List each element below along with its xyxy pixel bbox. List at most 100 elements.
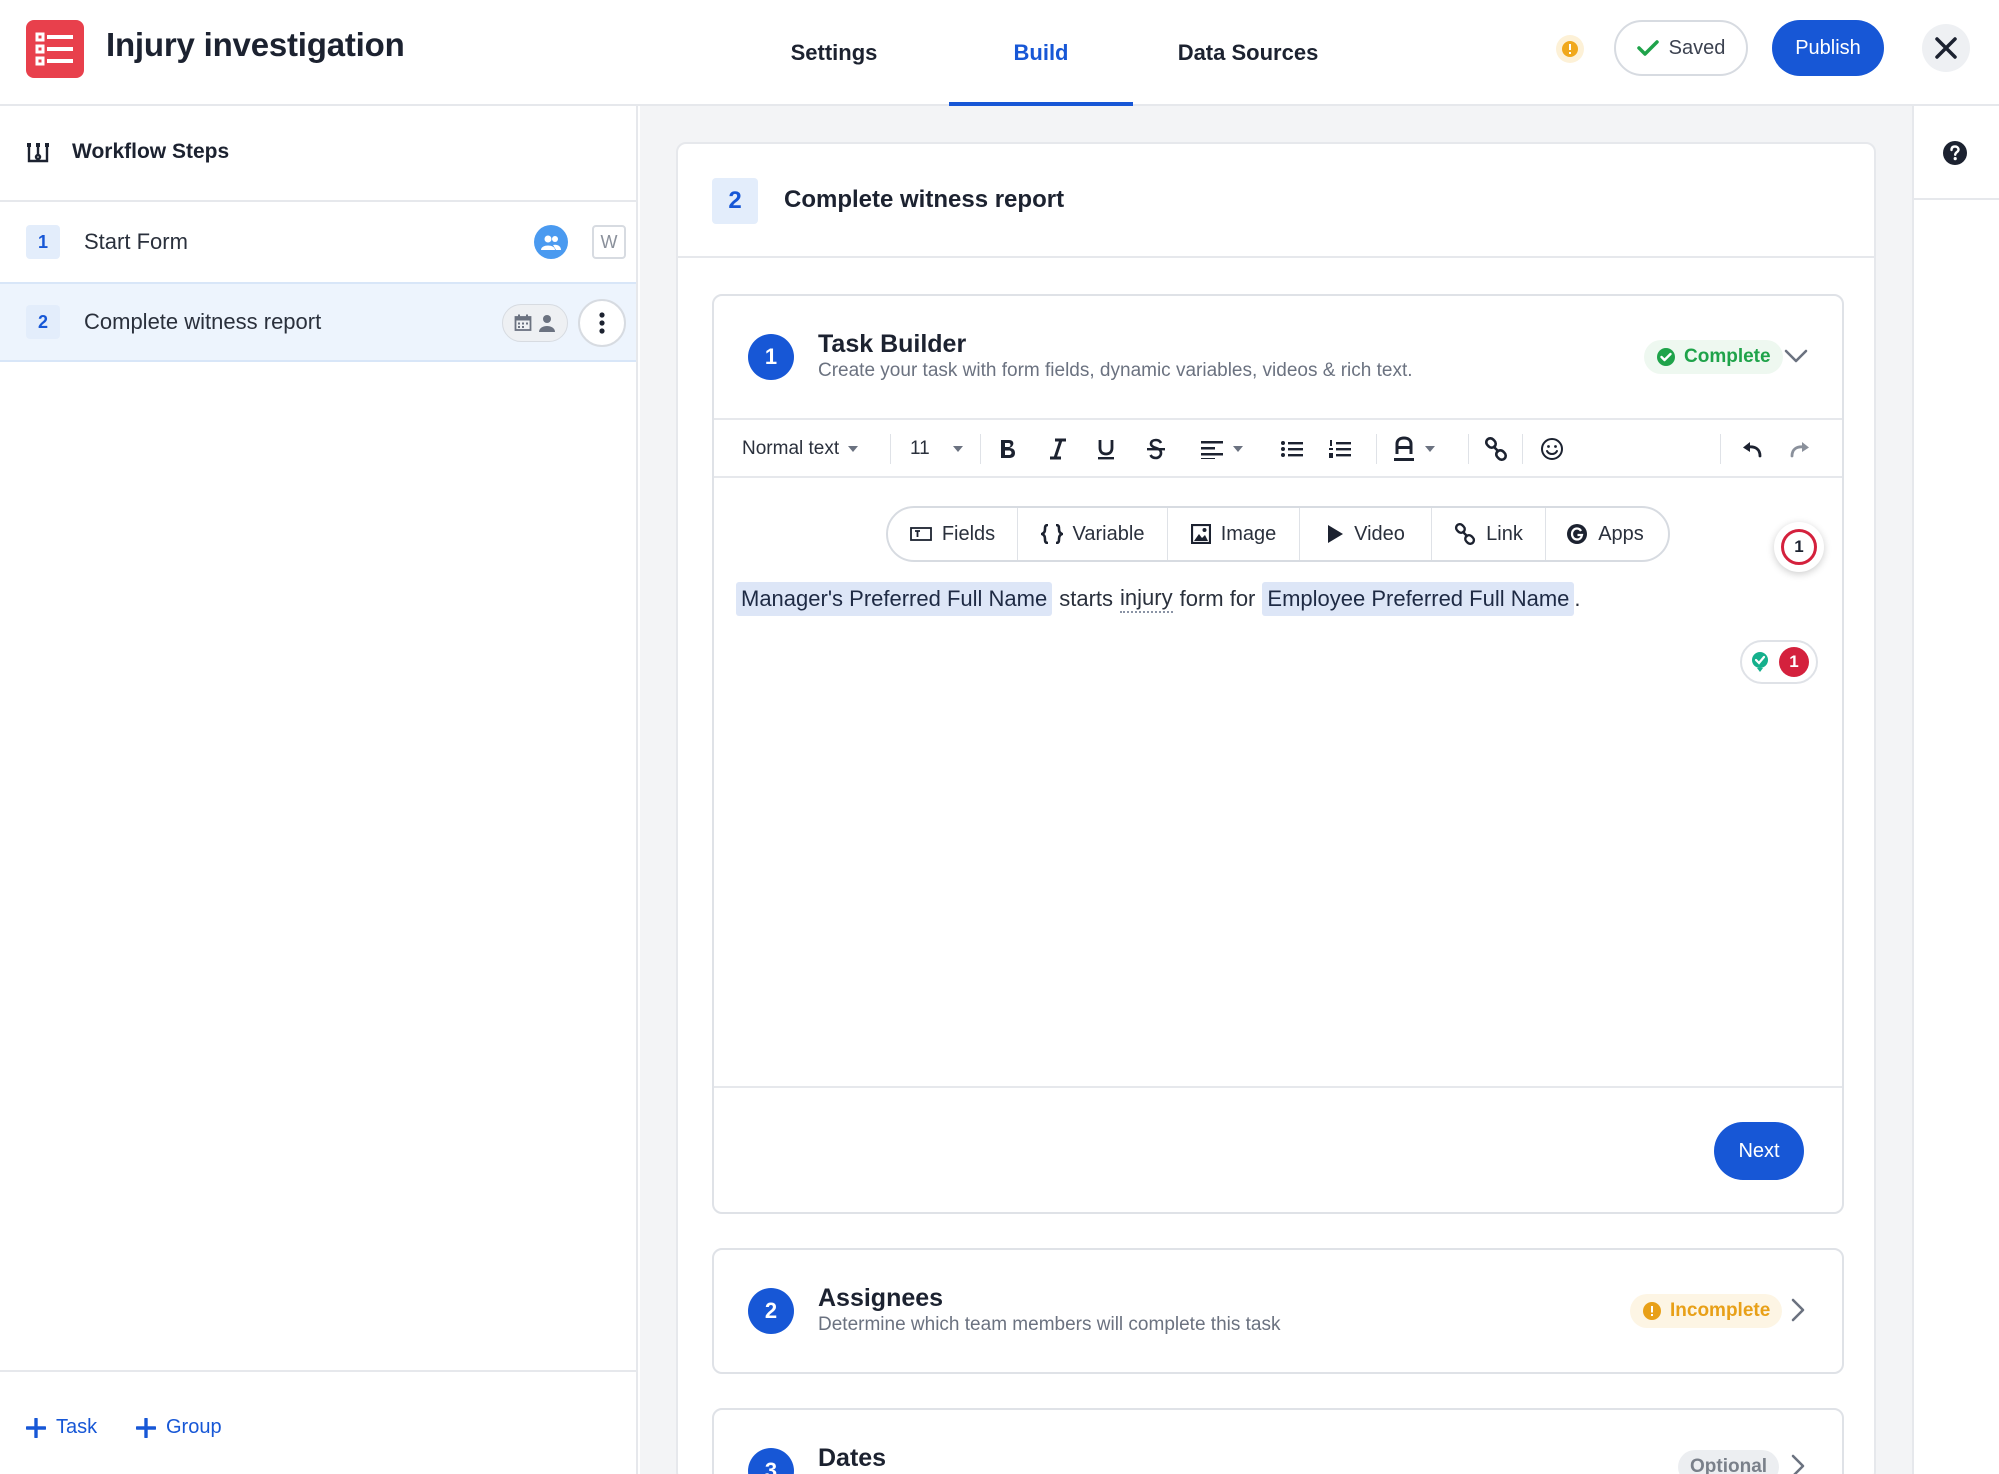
bold-button[interactable] (998, 420, 1018, 478)
numbered-list-button[interactable] (1328, 420, 1352, 478)
spell-flagged-word[interactable]: injury (1120, 585, 1173, 613)
more-vertical-icon (599, 312, 605, 334)
grammar-issue-count: 1 (1779, 647, 1809, 677)
align-left-icon (1200, 439, 1224, 459)
help-icon[interactable] (1942, 140, 1968, 166)
next-button[interactable]: Next (1714, 1122, 1804, 1180)
calendar-icon (514, 314, 532, 332)
insert-link-button[interactable] (1484, 420, 1508, 478)
underline-button[interactable] (1096, 420, 1116, 478)
sidebar-step-start-form[interactable]: 1 Start Form W (0, 202, 636, 282)
main-content: 2 Complete witness report 1 Task Builder… (640, 106, 1912, 1474)
italic-icon (1048, 438, 1068, 460)
toolbar-separator (980, 434, 981, 464)
step-title[interactable]: Complete witness report (784, 186, 1064, 214)
italic-button[interactable] (1048, 420, 1068, 478)
plus-icon (26, 1417, 46, 1438)
close-button[interactable] (1922, 24, 1970, 72)
sidebar-step-complete-witness-report[interactable]: 2 Complete witness report (0, 282, 636, 362)
check-circle-icon (1656, 347, 1676, 367)
section-subtitle: Determine which team members will comple… (818, 1314, 1281, 1335)
toolbar-separator (1720, 434, 1721, 464)
chevron-down-icon[interactable] (1784, 348, 1808, 364)
insert-video-label: Video (1354, 522, 1405, 545)
caret-down-icon (1232, 445, 1244, 453)
link-icon (1484, 437, 1508, 461)
font-size-select[interactable]: 11 (910, 420, 964, 478)
add-task-button[interactable]: Task (26, 1416, 97, 1439)
workflow-sidebar: Workflow Steps 1 Start Form W 2 Complete… (0, 106, 638, 1474)
step-more-button[interactable] (578, 299, 626, 347)
editor-text: form for (1179, 586, 1256, 611)
insert-fields-label: Fields (941, 522, 996, 545)
toolbar-separator (1522, 434, 1523, 464)
align-select[interactable] (1200, 420, 1244, 478)
step-label: Complete witness report (84, 309, 322, 334)
dates-section[interactable]: 3 Dates Optional (712, 1408, 1844, 1474)
group-users-icon (534, 225, 568, 259)
add-group-button[interactable]: Group (136, 1416, 222, 1439)
checkmark-icon (1636, 39, 1659, 57)
insert-video-button[interactable]: Video (1300, 508, 1432, 560)
chevron-right-icon[interactable] (1790, 1298, 1806, 1322)
status-badge: Optional (1678, 1450, 1780, 1474)
section-title: Dates (818, 1444, 887, 1472)
plus-icon (136, 1417, 156, 1438)
insert-apps-button[interactable]: Apps (1546, 508, 1664, 560)
chevron-right-icon[interactable] (1790, 1454, 1806, 1474)
apps-icon (1566, 523, 1588, 545)
warning-icon[interactable] (1556, 35, 1584, 63)
insert-variable-label: Variable (1072, 522, 1145, 545)
bullet-list-button[interactable] (1280, 420, 1304, 478)
sidebar-title: Workflow Steps (72, 140, 230, 163)
text-style-select[interactable]: Normal text (742, 420, 859, 478)
app-logo-icon[interactable] (26, 20, 84, 78)
formatting-toolbar: Normal text 11 (714, 418, 1842, 478)
tab-data-sources[interactable]: Data Sources (1160, 0, 1336, 106)
step-meta-icons (502, 304, 568, 342)
insert-link-embed-button[interactable]: Link (1432, 508, 1546, 560)
text-color-select[interactable] (1392, 420, 1436, 478)
play-icon (1326, 524, 1344, 544)
section-number: 1 (748, 334, 794, 380)
link-icon (1454, 523, 1476, 545)
grammar-checker-badge[interactable]: 1 (1740, 640, 1818, 684)
variable-icon (1040, 524, 1063, 544)
sidebar-footer: Task Group (0, 1370, 636, 1474)
numbered-list-icon (1328, 439, 1352, 459)
section-number: 3 (748, 1448, 794, 1474)
step-editor-card: 2 Complete witness report 1 Task Builder… (676, 142, 1876, 1474)
text-style-value: Normal text (742, 438, 840, 459)
task-builder-section: 1 Task Builder Create your task with for… (712, 294, 1844, 1214)
tab-build[interactable]: Build (949, 0, 1133, 106)
warning-icon (1642, 1301, 1662, 1321)
strikethrough-button[interactable] (1146, 420, 1166, 478)
tab-settings[interactable]: Settings (770, 0, 898, 106)
insert-fields-button[interactable]: Fields (888, 508, 1018, 560)
assignees-section[interactable]: 2 Assignees Determine which team members… (712, 1248, 1844, 1374)
add-task-label: Task (56, 1416, 98, 1438)
rich-text-editor[interactable]: Manager's Preferred Full Name starts inj… (736, 582, 1581, 616)
step-number: 2 (712, 178, 758, 224)
emoji-button[interactable] (1540, 420, 1564, 478)
insert-apps-label: Apps (1598, 522, 1644, 545)
grammar-assistant-icon (1749, 651, 1771, 673)
sidebar-header: Workflow Steps (0, 106, 636, 202)
redo-button[interactable] (1788, 420, 1812, 478)
publish-button[interactable]: Publish (1772, 20, 1884, 76)
insert-variable-button[interactable]: Variable (1018, 508, 1168, 560)
comment-count-badge[interactable]: 1 (1774, 522, 1824, 572)
insert-toolbar: Fields Variable Image Video Link Apps (886, 506, 1670, 562)
emoji-icon (1540, 437, 1564, 461)
form-field-icon (909, 526, 932, 542)
text-color-icon (1392, 436, 1416, 462)
saved-status-button[interactable]: Saved (1614, 20, 1748, 76)
variable-chip-employee-name[interactable]: Employee Preferred Full Name (1262, 582, 1575, 616)
variable-chip-manager-name[interactable]: Manager's Preferred Full Name (736, 582, 1053, 616)
undo-button[interactable] (1740, 420, 1764, 478)
add-group-label: Group (166, 1416, 222, 1438)
section-title[interactable]: Task Builder (818, 330, 966, 359)
toolbar-separator (1468, 434, 1469, 464)
rail-divider (1914, 198, 1999, 200)
insert-image-button[interactable]: Image (1168, 508, 1300, 560)
